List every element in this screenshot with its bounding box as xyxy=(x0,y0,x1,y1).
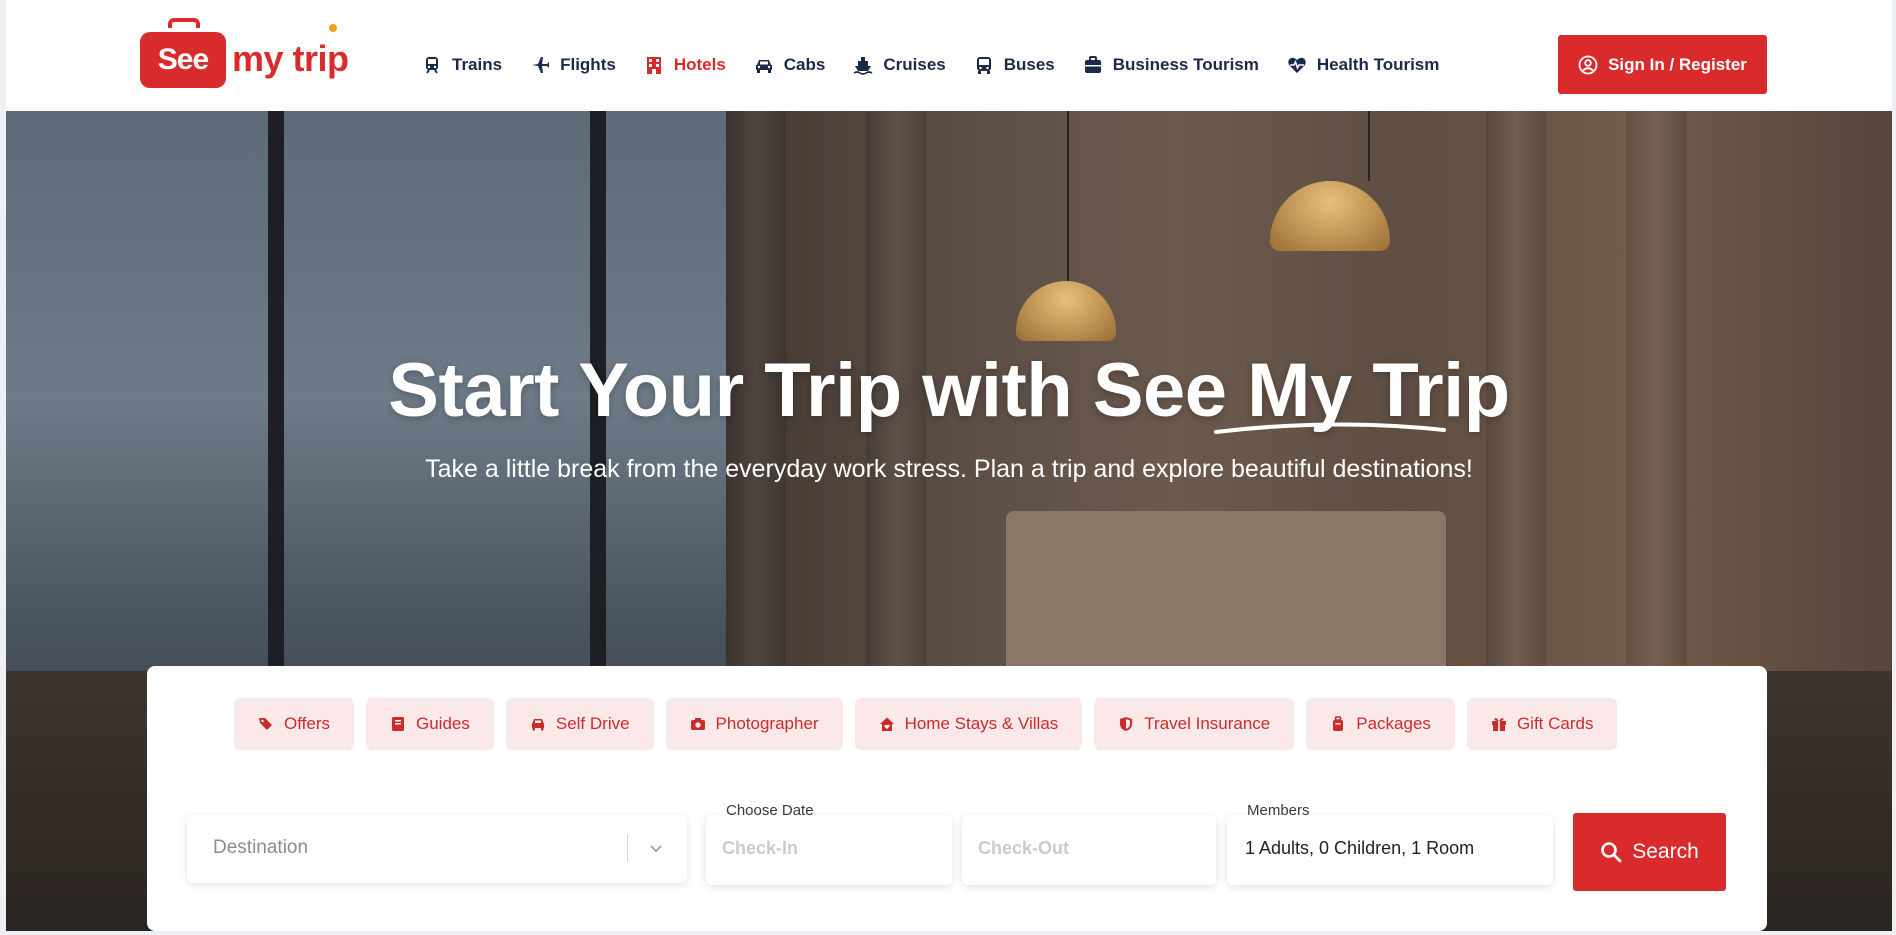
search-card: Offers Guides Self Drive Photographer Ho… xyxy=(147,666,1767,931)
car-icon xyxy=(755,60,772,73)
search-icon xyxy=(1601,842,1622,863)
nav-item-business-tourism[interactable]: Business Tourism xyxy=(1083,55,1259,75)
select-divider xyxy=(627,835,628,861)
bus-icon xyxy=(976,57,991,74)
car-icon xyxy=(531,719,544,731)
train-icon xyxy=(426,57,438,74)
nav-item-label: Hotels xyxy=(673,55,726,74)
chip-label: Packages xyxy=(1356,714,1431,733)
nav-item-label: Trains xyxy=(452,55,503,74)
hero-title: Start Your Trip with See My Trip xyxy=(388,348,1510,433)
plane-icon xyxy=(532,57,550,73)
search-button[interactable]: Search xyxy=(1573,813,1726,891)
nav-item-trains[interactable]: Trains xyxy=(422,55,502,75)
nav-item-label: Flights xyxy=(560,55,616,74)
service-chips: Offers Guides Self Drive Photographer Ho… xyxy=(234,698,1629,750)
nav-item-hotels[interactable]: Hotels xyxy=(644,55,726,75)
book-icon xyxy=(391,717,404,731)
check-in-placeholder: Check-In xyxy=(722,838,799,858)
main-nav: Trains Flights Hotels Cabs Cruises Buses… xyxy=(422,48,1467,82)
hero-banner: Start Your Trip with See My Trip Take a … xyxy=(6,111,1892,931)
chevron-down-icon[interactable] xyxy=(645,837,667,859)
chip-label: Travel Insurance xyxy=(1144,714,1271,733)
logo-plane-dot-icon xyxy=(329,24,337,32)
logo-luggage-icon: See xyxy=(140,18,228,90)
camera-icon xyxy=(690,718,705,730)
destination-select[interactable]: Destination xyxy=(187,815,687,883)
chip-travel-insurance[interactable]: Travel Insurance xyxy=(1094,698,1295,750)
chip-gift-cards[interactable]: Gift Cards xyxy=(1466,698,1618,750)
nav-item-cruises[interactable]: Cruises xyxy=(853,55,946,75)
chip-guides[interactable]: Guides xyxy=(365,698,494,750)
hotel-icon xyxy=(646,57,661,74)
nav-item-label: Business Tourism xyxy=(1112,55,1259,74)
briefcase-icon xyxy=(1084,56,1101,73)
house-icon xyxy=(879,717,894,731)
site-logo[interactable]: See my trip xyxy=(140,18,372,90)
nav-item-buses[interactable]: Buses xyxy=(974,55,1055,75)
chip-label: Photographer xyxy=(715,714,819,733)
check-out-field[interactable]: Check-Out xyxy=(962,815,1216,885)
search-button-label: Search xyxy=(1632,840,1699,863)
chip-home-stays-villas[interactable]: Home Stays & Villas xyxy=(854,698,1083,750)
tags-icon xyxy=(259,718,272,730)
top-header: See my trip Trains Flights Hotels Cabs C… xyxy=(6,0,1892,111)
check-out-placeholder: Check-Out xyxy=(978,838,1070,858)
ship-icon xyxy=(853,57,873,75)
title-underline-decoration xyxy=(1214,422,1446,434)
heart-pulse-icon xyxy=(1288,57,1306,73)
check-in-field[interactable]: Check-In xyxy=(706,815,952,885)
gift-icon xyxy=(1491,718,1506,731)
nav-item-label: Cabs xyxy=(783,55,826,74)
chip-label: Home Stays & Villas xyxy=(904,714,1059,733)
logo-name-text: my trip xyxy=(232,38,349,79)
logo-badge-text: See xyxy=(140,32,226,88)
nav-item-label: Buses xyxy=(1003,55,1055,74)
members-value: 1 Adults, 0 Children, 1 Room xyxy=(1245,838,1475,858)
hero-background-headboard xyxy=(1006,511,1446,681)
chip-label: Guides xyxy=(415,714,470,733)
members-selector[interactable]: 1 Adults, 0 Children, 1 Room xyxy=(1227,815,1553,885)
chip-photographer[interactable]: Photographer xyxy=(665,698,843,750)
nav-item-cabs[interactable]: Cabs xyxy=(754,55,826,75)
chip-label: Offers xyxy=(284,714,330,733)
chip-label: Self Drive xyxy=(555,714,630,733)
chip-self-drive[interactable]: Self Drive xyxy=(505,698,654,750)
hero-background-lamp xyxy=(1270,181,1390,251)
user-circle-icon xyxy=(1578,55,1598,74)
nav-item-label: Cruises xyxy=(883,55,946,74)
chip-offers[interactable]: Offers xyxy=(234,698,354,750)
destination-placeholder: Destination xyxy=(213,837,309,858)
nav-item-health-tourism[interactable]: Health Tourism xyxy=(1287,55,1439,75)
chip-packages[interactable]: Packages xyxy=(1306,698,1455,750)
luggage-icon xyxy=(1333,716,1344,731)
shield-icon xyxy=(1120,717,1133,731)
sign-in-register-button[interactable]: Sign In / Register xyxy=(1558,35,1767,94)
chip-label: Gift Cards xyxy=(1516,714,1594,733)
nav-item-flights[interactable]: Flights xyxy=(530,55,616,75)
nav-item-label: Health Tourism xyxy=(1316,55,1440,74)
hero-subtitle: Take a little break from the everyday wo… xyxy=(425,455,1473,483)
sign-in-register-label: Sign In / Register xyxy=(1608,54,1747,74)
